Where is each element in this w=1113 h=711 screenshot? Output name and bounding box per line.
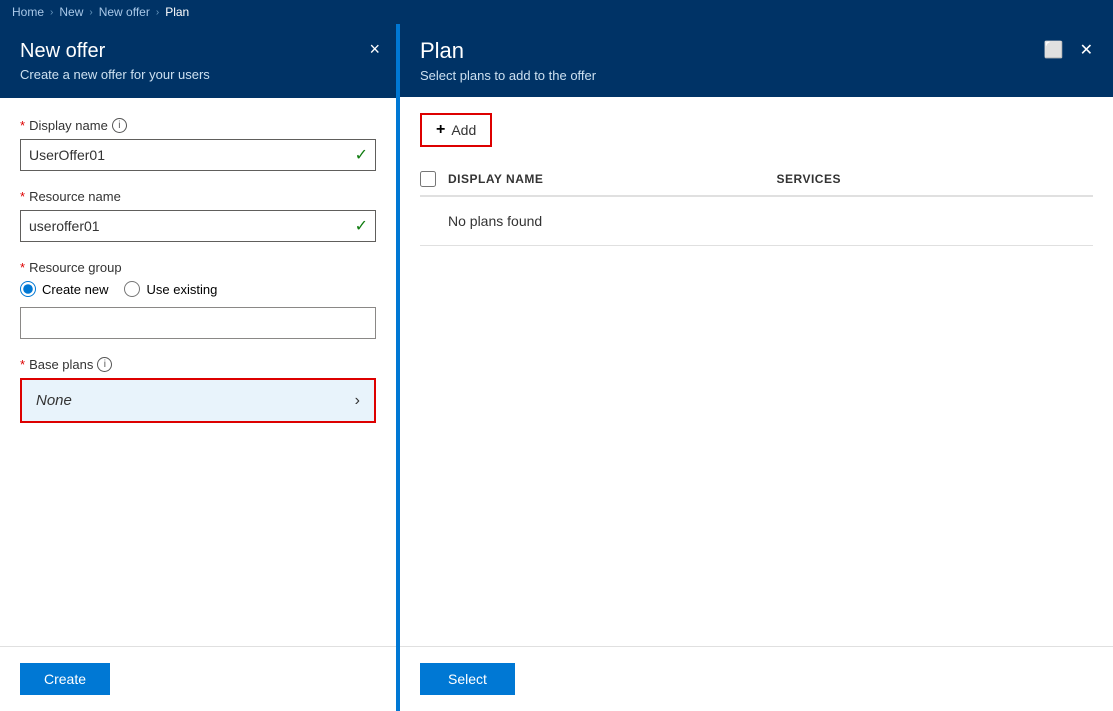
col-display-name-header: DISPLAY NAME xyxy=(448,172,765,186)
resource-group-input-wrapper xyxy=(20,307,376,339)
right-panel-footer: Select xyxy=(400,646,1113,711)
resource-group-radio-group: Create new Use existing xyxy=(20,281,376,297)
resource-name-label-text: Resource name xyxy=(29,189,121,204)
breadcrumb-sep-1: › xyxy=(50,7,53,18)
use-existing-option[interactable]: Use existing xyxy=(124,281,217,297)
display-name-field-group: * Display name i ✓ xyxy=(20,118,376,171)
right-panel-header: Plan Select plans to add to the offer ⬜ … xyxy=(400,24,1113,97)
main-container: New offer Create a new offer for your us… xyxy=(0,24,1113,711)
base-plans-chevron-icon: › xyxy=(355,392,360,410)
select-button[interactable]: Select xyxy=(420,663,515,695)
left-panel-content: * Display name i ✓ * Resource name ✓ xyxy=(0,98,396,646)
display-name-required-star: * xyxy=(20,118,25,133)
add-icon: + xyxy=(436,121,445,139)
resource-group-required-star: * xyxy=(20,260,25,275)
add-button-label: Add xyxy=(451,122,476,138)
base-plans-info-icon[interactable]: i xyxy=(97,357,112,372)
resource-name-input[interactable] xyxy=(20,210,376,242)
breadcrumb-sep-2: › xyxy=(89,7,92,18)
table-select-all-checkbox[interactable] xyxy=(420,171,436,187)
resource-group-label: * Resource group xyxy=(20,260,376,275)
right-panel-subtitle: Select plans to add to the offer xyxy=(420,68,596,83)
resource-name-field-group: * Resource name ✓ xyxy=(20,189,376,242)
left-panel-close-button[interactable]: × xyxy=(369,40,380,58)
left-panel: New offer Create a new offer for your us… xyxy=(0,24,400,711)
breadcrumb-sep-3: › xyxy=(156,7,159,18)
left-header-text: New offer Create a new offer for your us… xyxy=(20,40,210,82)
left-panel-header: New offer Create a new offer for your us… xyxy=(0,24,396,98)
right-panel: Plan Select plans to add to the offer ⬜ … xyxy=(400,24,1113,711)
use-existing-radio[interactable] xyxy=(124,281,140,297)
breadcrumb: Home › New › New offer › Plan xyxy=(0,0,1113,24)
right-panel-title: Plan xyxy=(420,38,596,64)
left-panel-subtitle: Create a new offer for your users xyxy=(20,67,210,82)
base-plans-label: * Base plans i xyxy=(20,357,376,372)
right-panel-restore-button[interactable]: ⬜ xyxy=(1040,38,1068,62)
display-name-check-icon: ✓ xyxy=(355,145,368,165)
left-panel-footer: Create xyxy=(0,646,396,711)
table-bottom-separator xyxy=(420,245,1093,246)
create-button[interactable]: Create xyxy=(20,663,110,695)
display-name-info-icon[interactable]: i xyxy=(112,118,127,133)
display-name-label-text: Display name xyxy=(29,118,108,133)
table-header: DISPLAY NAME SERVICES xyxy=(420,163,1093,196)
resource-group-input[interactable] xyxy=(20,307,376,339)
create-new-option[interactable]: Create new xyxy=(20,281,108,297)
base-plans-label-text: Base plans xyxy=(29,357,93,372)
base-plans-required-star: * xyxy=(20,357,25,372)
create-new-radio[interactable] xyxy=(20,281,36,297)
base-plans-selector[interactable]: None › xyxy=(20,378,376,423)
create-new-label: Create new xyxy=(42,282,108,297)
resource-name-label: * Resource name xyxy=(20,189,376,204)
right-header-text: Plan Select plans to add to the offer xyxy=(420,38,596,83)
breadcrumb-new[interactable]: New xyxy=(59,5,83,19)
resource-name-required-star: * xyxy=(20,189,25,204)
resource-group-label-text: Resource group xyxy=(29,260,122,275)
resource-name-input-wrapper: ✓ xyxy=(20,210,376,242)
left-panel-title: New offer xyxy=(20,40,210,63)
breadcrumb-plan: Plan xyxy=(165,5,189,19)
display-name-input[interactable] xyxy=(20,139,376,171)
display-name-label: * Display name i xyxy=(20,118,376,133)
base-plans-value: None xyxy=(36,392,334,409)
plan-table: DISPLAY NAME SERVICES No plans found xyxy=(420,163,1093,246)
right-header-actions: ⬜ ✕ xyxy=(1040,38,1097,62)
base-plans-field-group: * Base plans i None › xyxy=(20,357,376,423)
display-name-input-wrapper: ✓ xyxy=(20,139,376,171)
resource-name-check-icon: ✓ xyxy=(355,216,368,236)
resource-group-field-group: * Resource group Create new Use existing xyxy=(20,260,376,339)
use-existing-label: Use existing xyxy=(146,282,217,297)
add-button[interactable]: + Add xyxy=(420,113,492,147)
breadcrumb-new-offer[interactable]: New offer xyxy=(99,5,150,19)
right-panel-close-button[interactable]: ✕ xyxy=(1076,38,1097,62)
breadcrumb-home[interactable]: Home xyxy=(12,5,44,19)
right-panel-content: + Add DISPLAY NAME SERVICES No plans fou… xyxy=(400,97,1113,646)
col-services-header: SERVICES xyxy=(777,172,1094,186)
no-plans-message: No plans found xyxy=(420,197,1093,245)
